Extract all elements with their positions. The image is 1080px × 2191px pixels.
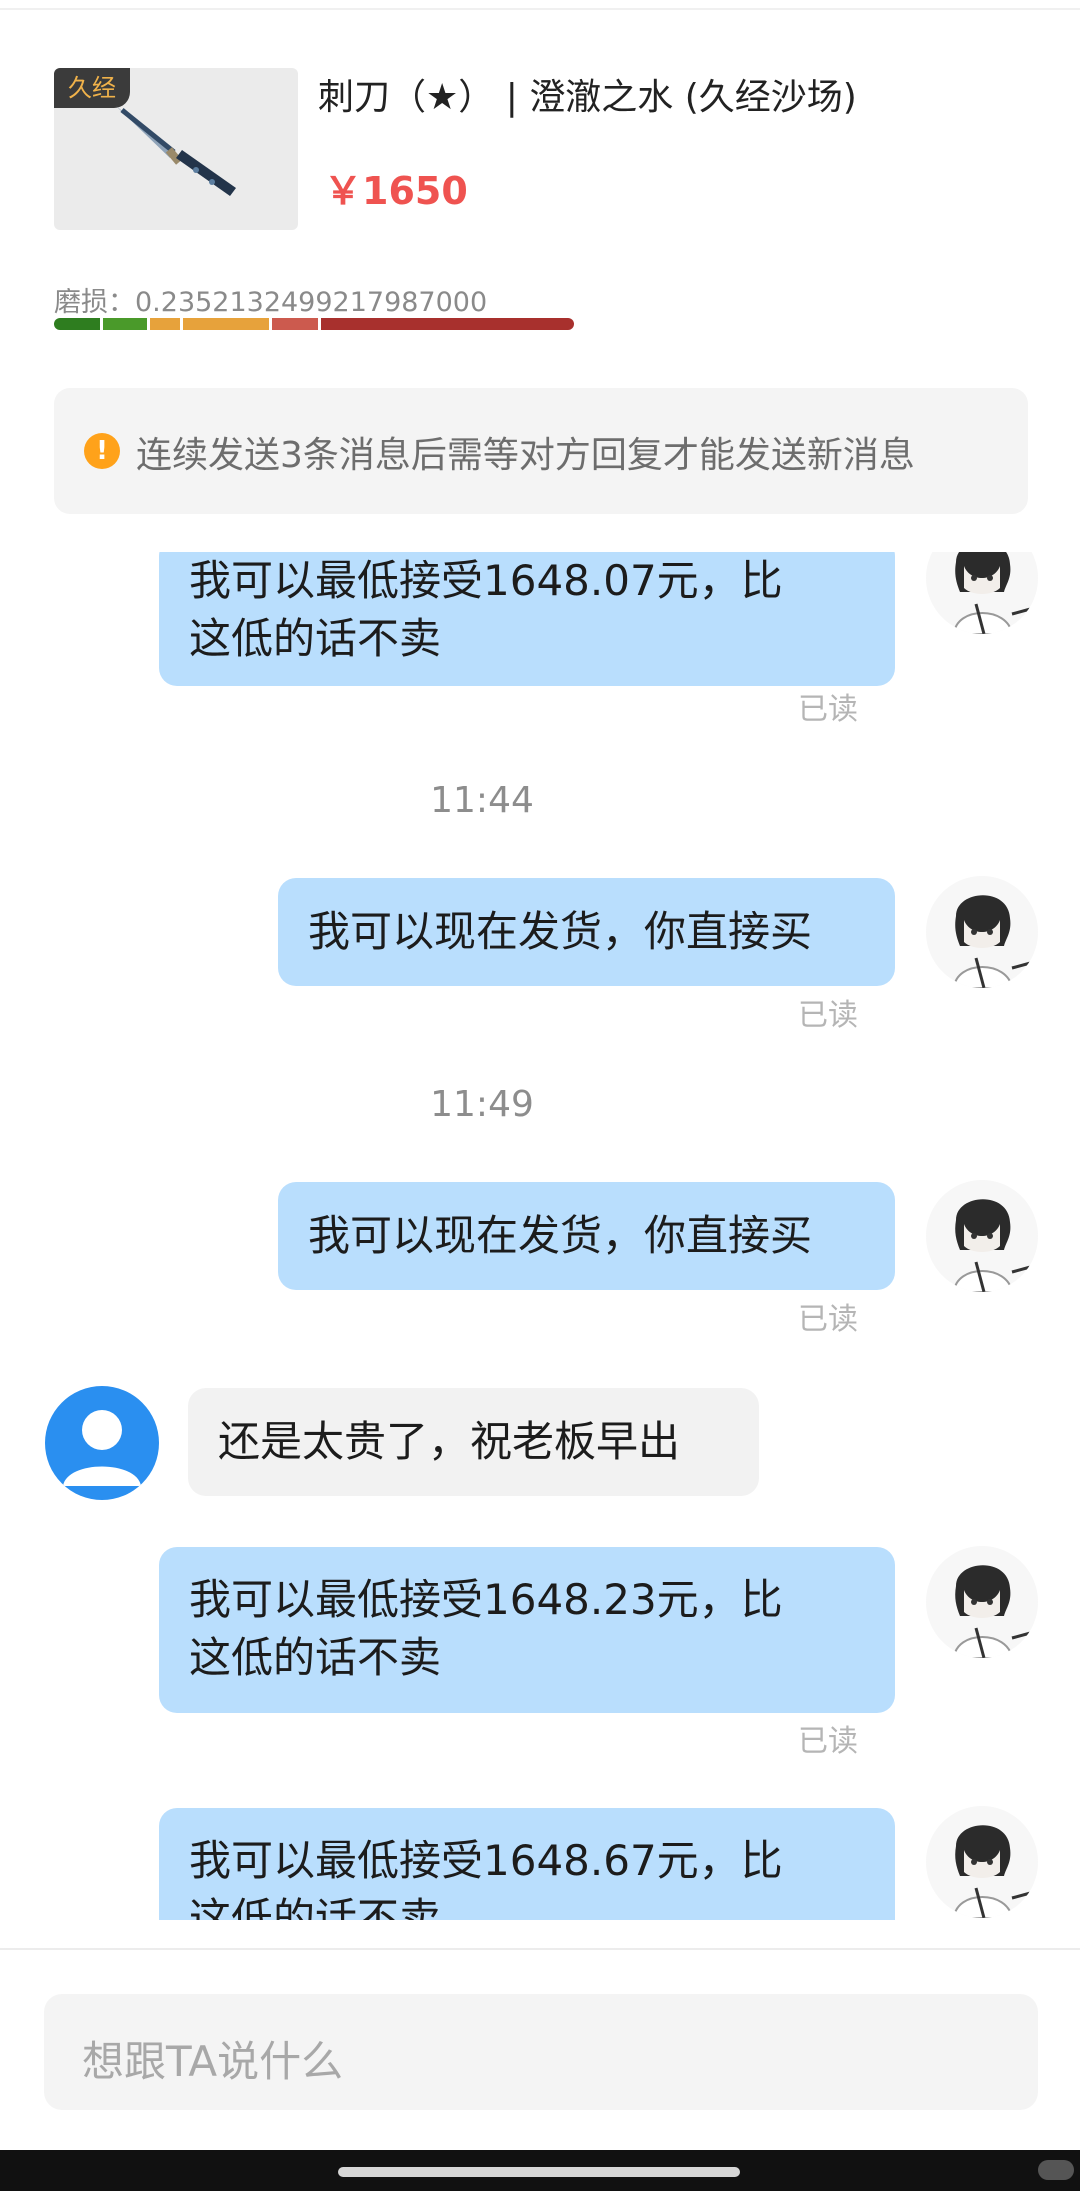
my-avatar[interactable] (926, 552, 1038, 634)
my-avatar[interactable] (926, 1180, 1038, 1292)
notice-text: 连续发送3条消息后需等对方回复才能发送新消息 (136, 435, 915, 476)
product-title[interactable]: 刺刀（★） | 澄澈之水 (久经沙场) (318, 68, 857, 120)
message-bubble-outgoing[interactable]: 我可以现在发货，你直接买 (278, 878, 895, 986)
wear-segment-field-tested-2 (183, 318, 269, 330)
chat-messages[interactable]: 我可以最低接受1648.07元，比 这低的话不卖 已读 11:44 我可以现在发… (0, 552, 1080, 1920)
message-bubble-outgoing[interactable]: 我可以现在发货，你直接买 (278, 1182, 895, 1290)
message-bubble-incoming[interactable]: 还是太贵了，祝老板早出 (188, 1388, 759, 1496)
message-line: 我可以现在发货，你直接买 (308, 907, 813, 956)
message-line: 我可以现在发货，你直接买 (308, 1211, 813, 1260)
product-card[interactable]: 久经 刺刀（★） | 澄澈之水 (久经沙场) ￥1650 磨损：0.235213… (54, 68, 1034, 338)
message-line: 我可以最低接受1648.23元，比 (189, 1575, 783, 1624)
my-avatar[interactable] (926, 1546, 1038, 1658)
contact-avatar[interactable] (45, 1386, 159, 1500)
read-status: 已读 (798, 692, 858, 727)
wear-segment-field-tested-1 (150, 318, 180, 330)
read-status: 已读 (798, 1724, 858, 1759)
wear-bar (54, 318, 574, 330)
warning-circle-icon: ! (84, 433, 120, 469)
wear-segment-battle-scarred (321, 318, 574, 330)
my-avatar[interactable] (926, 876, 1038, 988)
message-line: 我可以最低接受1648.67元，比 (189, 1836, 783, 1885)
product-thumbnail[interactable]: 久经 (54, 68, 298, 230)
wear-segment-factory-new (54, 318, 100, 330)
watermark-badge (1038, 2160, 1074, 2180)
home-indicator[interactable] (338, 2167, 740, 2177)
message-bubble-outgoing[interactable]: 我可以最低接受1648.23元，比 这低的话不卖 (159, 1547, 895, 1713)
message-line: 这低的话不卖 (189, 1633, 442, 1682)
message-input[interactable]: 想跟TA说什么 (44, 1994, 1038, 2110)
message-line: 我可以最低接受1648.07元，比 (189, 556, 783, 605)
default-user-icon (63, 1410, 141, 1486)
knife-icon (116, 106, 236, 196)
anime-avatar-icon (926, 1546, 1038, 1658)
send-limit-notice: ! 连续发送3条消息后需等对方回复才能发送新消息 (54, 388, 1028, 514)
wear-segment-minimal-wear (103, 318, 147, 330)
anime-avatar-icon (926, 1180, 1038, 1292)
anime-avatar-icon (926, 552, 1038, 634)
wear-segment-well-worn (272, 318, 318, 330)
timestamp: 11:44 (430, 780, 534, 821)
anime-avatar-icon (926, 1806, 1038, 1918)
anime-avatar-icon (926, 876, 1038, 988)
system-nav-bar (0, 2150, 1080, 2191)
message-bubble-outgoing[interactable]: 我可以最低接受1648.07元，比 这低的话不卖 (159, 552, 895, 686)
my-avatar[interactable] (926, 1806, 1038, 1918)
timestamp: 11:49 (430, 1084, 534, 1125)
wear-value: 磨损：0.2352132499217987000 (54, 287, 488, 318)
message-line: 这低的话不卖 (189, 614, 442, 663)
product-price: ￥1650 (324, 169, 468, 213)
input-placeholder: 想跟TA说什么 (82, 2037, 344, 2086)
message-bubble-outgoing[interactable]: 我可以最低接受1648.67元，比 这低的话不卖 (159, 1808, 895, 1920)
read-status: 已读 (798, 1302, 858, 1337)
composer: 想跟TA说什么 (0, 1948, 1080, 2150)
top-divider (0, 0, 1080, 10)
message-line: 这低的话不卖 (189, 1894, 442, 1920)
message-line: 还是太贵了，祝老板早出 (218, 1417, 681, 1466)
read-status: 已读 (798, 998, 858, 1033)
